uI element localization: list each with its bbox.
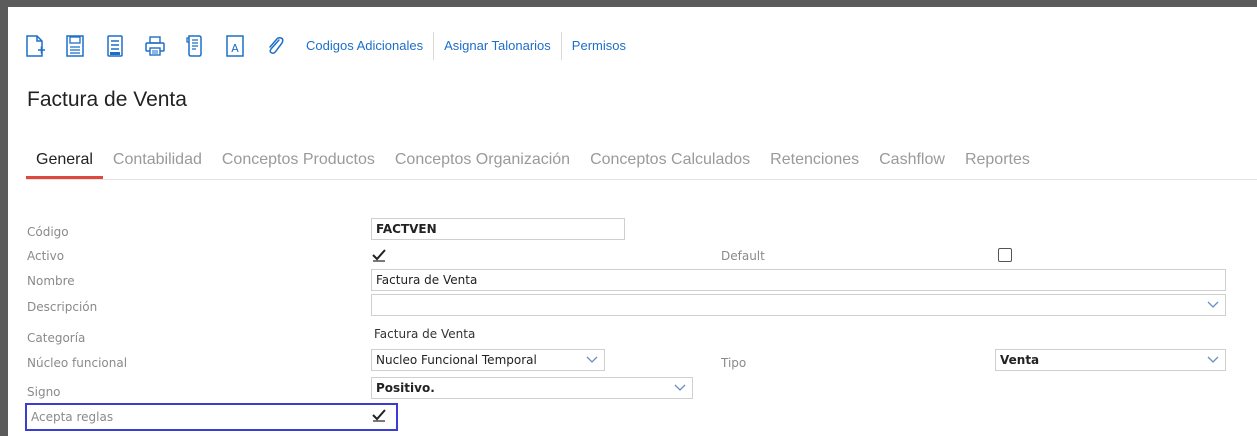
window-frame-left [0,0,8,436]
categoria-label: Categoría [27,331,86,345]
signo-select[interactable]: Positivo. [371,377,693,399]
acepta-reglas-label: Acepta reglas [31,410,114,424]
permisos-link[interactable]: Permisos [560,32,636,60]
default-label: Default [721,249,765,263]
codigos-adicionales-link[interactable]: Codigos Adicionales [304,32,433,60]
nucleo-value: Nucleo Funcional Temporal [376,353,537,367]
tab-conceptos-productos[interactable]: Conceptos Productos [212,148,385,179]
tab-bar: General Contabilidad Conceptos Productos… [26,148,1257,180]
nucleo-select[interactable]: Nucleo Funcional Temporal [371,349,605,371]
tipo-label: Tipo [721,356,747,370]
tab-conceptos-organizacion[interactable]: Conceptos Organización [385,148,580,179]
document-icon[interactable] [104,34,126,58]
receipt-icon[interactable] [184,34,206,58]
tab-contabilidad[interactable]: Contabilidad [103,148,212,179]
svg-text:A: A [231,42,239,55]
chevron-down-icon [1207,356,1219,363]
signo-value: Positivo. [376,381,435,395]
page-title: Factura de Venta [27,88,187,111]
codigo-label: Código [27,225,69,239]
descripcion-label: Descripción [27,300,98,314]
tab-general[interactable]: General [26,148,103,179]
descripcion-select[interactable] [371,294,1226,316]
tipo-value: Venta [1000,353,1040,367]
tab-retenciones[interactable]: Retenciones [760,148,869,179]
chevron-down-icon [1207,301,1219,308]
toolbar: A Codigos Adicionales Asignar Talonarios… [24,28,636,64]
categoria-value: Factura de Venta [374,327,476,341]
nucleo-label: Núcleo funcional [27,356,128,370]
chevron-down-icon [674,384,686,391]
activo-checkbox[interactable] [372,248,386,262]
default-checkbox[interactable] [998,248,1012,262]
chevron-down-icon [586,356,598,363]
asignar-talonarios-link[interactable]: Asignar Talonarios [433,32,561,60]
save-icon[interactable] [64,34,86,58]
nombre-field[interactable]: Factura de Venta [371,269,1226,291]
signo-label: Signo [27,385,61,399]
window-frame-top [0,0,1257,7]
text-document-icon[interactable]: A [224,34,246,58]
tab-cashflow[interactable]: Cashflow [869,148,955,179]
attachment-icon[interactable] [264,34,286,58]
print-icon[interactable] [144,34,166,58]
tipo-select[interactable]: Venta [995,349,1226,371]
activo-label: Activo [27,249,65,263]
tab-reportes[interactable]: Reportes [955,148,1040,179]
codigo-field[interactable]: FACTVEN [371,218,625,240]
tab-conceptos-calculados[interactable]: Conceptos Calculados [580,148,760,179]
new-document-icon[interactable] [24,34,46,58]
acepta-reglas-checkbox[interactable] [372,408,386,422]
nombre-label: Nombre [27,274,75,288]
